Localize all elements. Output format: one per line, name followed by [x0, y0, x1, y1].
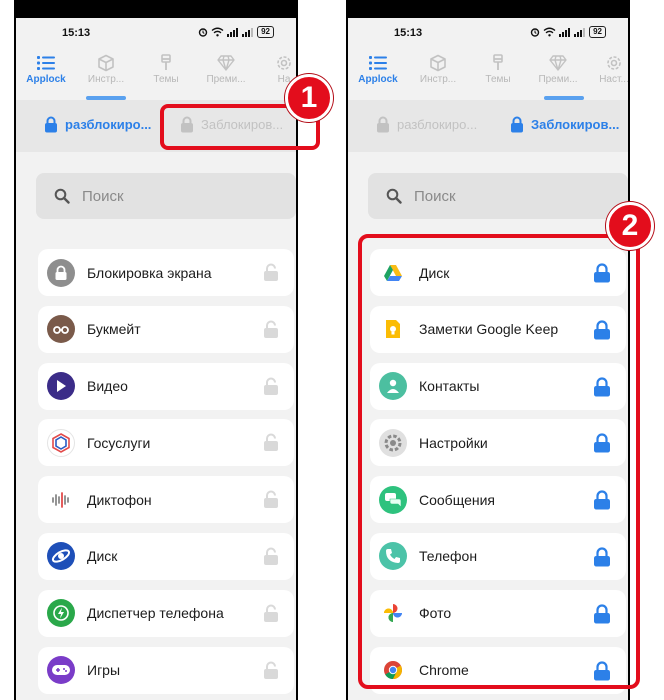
segment-unlocked[interactable]: разблокиро... [376, 116, 477, 133]
signal-icon [227, 28, 239, 37]
list-item[interactable]: Игры [38, 646, 294, 694]
wifi-icon [211, 27, 224, 37]
wifi-icon [543, 27, 556, 37]
top-tab-bar: Applock Инстр... Темы Преми... Наст... [348, 48, 628, 100]
gosuslugi-icon [47, 428, 75, 457]
search-box[interactable] [36, 173, 296, 219]
callout-badge-2: 2 [606, 202, 654, 250]
top-tab-bar: Applock Инстр... Темы Преми... На [16, 48, 296, 100]
app-list-unlocked: Блокировка экрана Букмейт Видео Госуслуг… [38, 249, 294, 700]
tab-premium[interactable]: Преми... [528, 50, 588, 85]
gear-icon [277, 56, 291, 70]
signal-icon-2 [242, 28, 254, 37]
list-item[interactable]: Букмейт [38, 305, 294, 353]
list-item[interactable]: Госуслуги [38, 419, 294, 467]
lock-icon [511, 116, 523, 133]
status-bar: 15:13 92 [16, 18, 296, 48]
bookmate-icon [47, 315, 75, 344]
app-name: Букмейт [87, 321, 141, 338]
disk-icon [47, 542, 75, 571]
alarm-icon [198, 28, 208, 37]
lock-filter-segment: разблокиро... Заблокиров... [348, 100, 628, 152]
app-name: Игры [87, 662, 121, 679]
list-item[interactable]: Блокировка экрана [38, 249, 294, 296]
unlocked-lock-icon[interactable] [263, 320, 279, 339]
unlocked-lock-icon[interactable] [263, 661, 279, 680]
search-box[interactable] [368, 173, 628, 219]
brush-icon [161, 54, 171, 70]
app-name: Госуслуги [87, 434, 151, 451]
app-name: Блокировка экрана [87, 264, 212, 281]
cube-icon [98, 54, 114, 72]
segment-unlocked[interactable]: разблокиро... [44, 116, 151, 133]
callout-locked-list [358, 234, 640, 689]
play-icon [47, 372, 75, 401]
alarm-icon [530, 28, 540, 37]
tab-applock[interactable]: Applock [16, 50, 76, 85]
bolt-shield-icon [47, 599, 75, 628]
search-icon [54, 188, 70, 204]
unlocked-lock-icon[interactable] [263, 490, 279, 509]
tab-themes[interactable]: Темы [468, 50, 528, 85]
brush-icon [493, 54, 503, 70]
callout-badge-1: 1 [285, 74, 333, 122]
signal-icon [559, 28, 571, 37]
unlocked-lock-icon[interactable] [263, 604, 279, 623]
status-time: 15:13 [62, 27, 91, 39]
app-name: Диск [87, 548, 118, 565]
battery-indicator: 92 [257, 26, 274, 38]
signal-icon-2 [574, 28, 586, 37]
list-icon [37, 56, 55, 70]
app-name: Видео [87, 378, 128, 395]
cube-icon [430, 54, 446, 72]
status-bar: 15:13 92 [348, 18, 628, 48]
unlocked-lock-icon[interactable] [263, 433, 279, 452]
list-item[interactable]: Диктофон [38, 476, 294, 524]
unlocked-lock-icon[interactable] [263, 263, 279, 282]
unlocked-lock-icon[interactable] [263, 377, 279, 396]
tab-applock[interactable]: Applock [348, 50, 408, 85]
app-name: Диктофон [87, 491, 152, 508]
lock-icon [45, 116, 57, 133]
segment-locked[interactable]: Заблокиров... [510, 116, 619, 133]
battery-indicator: 92 [589, 26, 606, 38]
tab-premium[interactable]: Преми... [196, 50, 256, 85]
tab-themes[interactable]: Темы [136, 50, 196, 85]
diamond-icon [217, 55, 235, 71]
tab-tools[interactable]: Инстр... [76, 50, 136, 85]
gear-icon [607, 56, 621, 70]
list-item[interactable]: Видео [38, 362, 294, 410]
tab-settings[interactable]: Наст... [584, 50, 628, 85]
unlocked-lock-icon[interactable] [263, 547, 279, 566]
screen-lock-icon [47, 258, 75, 287]
search-input[interactable] [82, 187, 262, 205]
status-time: 15:13 [394, 27, 423, 39]
diamond-icon [549, 55, 567, 71]
waveform-icon [47, 485, 75, 514]
search-icon [386, 188, 402, 204]
gamepad-icon [47, 656, 75, 685]
tab-settings[interactable]: На [254, 50, 296, 85]
list-item[interactable]: Диспетчер телефона [38, 589, 294, 637]
list-item[interactable]: Диск [38, 532, 294, 580]
list-icon [369, 56, 387, 70]
lock-icon [377, 116, 389, 133]
search-input[interactable] [414, 187, 594, 205]
app-name: Диспетчер телефона [87, 605, 224, 622]
tab-tools[interactable]: Инстр... [408, 50, 468, 85]
